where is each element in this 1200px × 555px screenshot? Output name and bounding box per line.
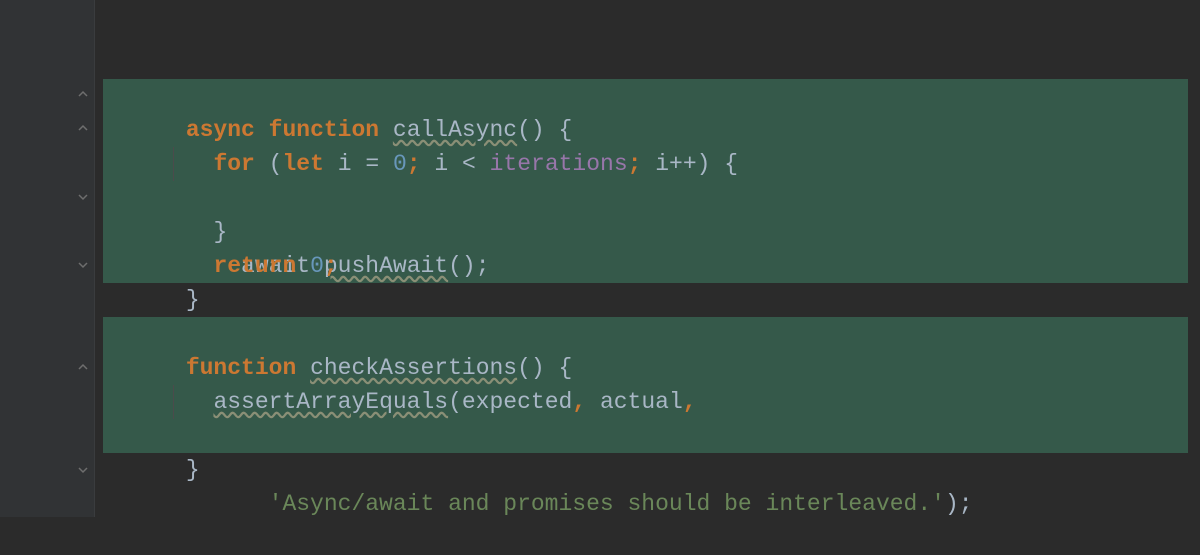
code-line: return 0; [103,215,1200,249]
identifier: actual [600,389,683,415]
code-text: i [421,151,462,177]
code-text: } [186,457,200,483]
keyword-for: for [213,151,254,177]
code-text [476,151,490,177]
code-text: ( [255,151,283,177]
fold-collapse-icon[interactable] [75,86,90,101]
code-text: ; [628,151,642,177]
fold-expand-icon[interactable] [75,189,90,204]
code-line: } [103,419,1200,453]
code-text [379,151,393,177]
code-text: (); [448,253,489,279]
function-call: pushAwait [324,253,448,279]
code-text: ); [945,491,973,517]
function-name: callAsync [393,117,517,143]
keyword-function: function [269,117,379,143]
code-line: function checkAssertions() { [103,317,1200,351]
code-text: , [572,389,586,415]
function-call: assertArrayEquals [213,389,448,415]
code-text: , [683,389,697,415]
code-line: } [103,181,1200,215]
number-literal: 0 [393,151,407,177]
keyword-async: async [186,117,255,143]
code-text: } [186,287,200,313]
identifier: iterations [490,151,628,177]
fold-collapse-icon[interactable] [75,120,90,135]
code-text: i [324,151,365,177]
code-line [103,283,1200,317]
keyword-function: function [186,355,296,381]
number-literal: 0 [310,253,324,279]
editor-gutter [0,0,95,517]
fold-expand-icon[interactable] [75,462,90,477]
code-text: = [365,151,379,177]
code-text: ; [324,253,338,279]
code-line [103,11,1200,45]
code-text: () { [517,117,572,143]
code-text [586,389,600,415]
code-text: } [213,219,227,245]
keyword-let: let [282,151,323,177]
keyword-return: return [213,253,296,279]
code-line [103,45,1200,79]
function-name: checkAssertions [310,355,517,381]
code-editor[interactable]: async function callAsync() { for (let i … [95,0,1200,517]
code-text: i++) { [641,151,738,177]
code-text: ; [407,151,421,177]
code-text [296,253,310,279]
fold-expand-icon[interactable] [75,257,90,272]
string-literal: 'Async/await and promises should be inte… [269,491,945,517]
code-line: async function callAsync() { [103,79,1200,113]
code-text: < [462,151,476,177]
code-text: (expected [448,389,572,415]
code-text: () { [517,355,572,381]
fold-collapse-icon[interactable] [75,359,90,374]
